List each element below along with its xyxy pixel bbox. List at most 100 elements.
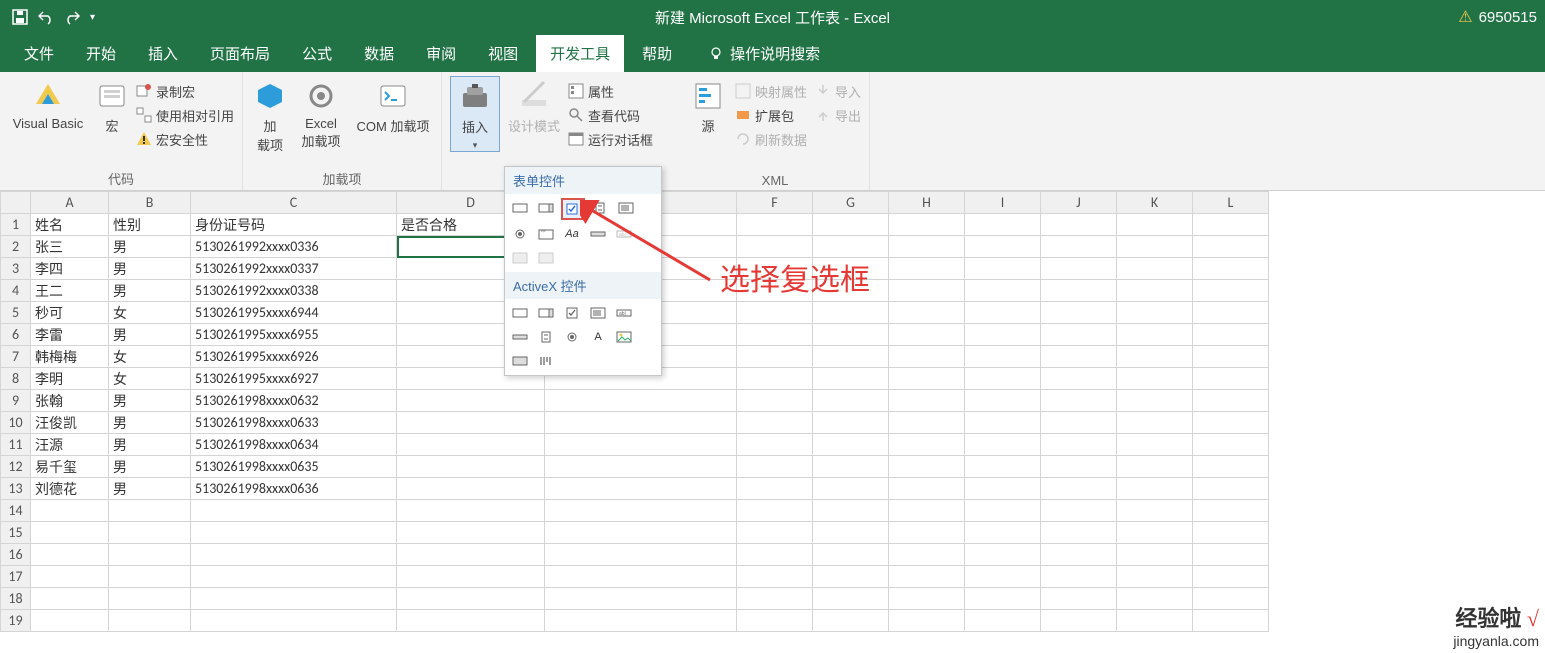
tab-insert[interactable]: 插入 — [134, 35, 192, 72]
cell-C15[interactable] — [191, 522, 397, 544]
cell-C18[interactable] — [191, 588, 397, 610]
row-header-5[interactable]: 5 — [1, 302, 31, 324]
cell-C17[interactable] — [191, 566, 397, 588]
cell-C3[interactable]: 5130261992xxxx0337 — [191, 258, 397, 280]
form-combobox-icon[interactable] — [535, 198, 557, 218]
cell-I15[interactable] — [965, 522, 1041, 544]
cell-G11[interactable] — [813, 434, 889, 456]
cell-K4[interactable] — [1117, 280, 1193, 302]
cell-E15[interactable] — [545, 522, 737, 544]
ax-image-icon[interactable] — [613, 327, 635, 347]
cell-J2[interactable] — [1041, 236, 1117, 258]
cell-H6[interactable] — [889, 324, 965, 346]
tell-me[interactable]: 操作说明搜索 — [690, 43, 832, 72]
cell-F19[interactable] — [737, 610, 813, 632]
cell-B5[interactable]: 女 — [109, 302, 191, 324]
cell-I18[interactable] — [965, 588, 1041, 610]
cell-K1[interactable] — [1117, 214, 1193, 236]
cell-K11[interactable] — [1117, 434, 1193, 456]
cell-A4[interactable]: 王二 — [31, 280, 109, 302]
cell-I13[interactable] — [965, 478, 1041, 500]
cell-F18[interactable] — [737, 588, 813, 610]
cell-A1[interactable]: 姓名 — [31, 214, 109, 236]
macros-button[interactable]: 宏 — [96, 76, 128, 135]
tab-view[interactable]: 视图 — [474, 35, 532, 72]
cell-A7[interactable]: 韩梅梅 — [31, 346, 109, 368]
cell-D17[interactable] — [397, 566, 545, 588]
cell-K8[interactable] — [1117, 368, 1193, 390]
col-header-A[interactable]: A — [31, 192, 109, 214]
cell-G14[interactable] — [813, 500, 889, 522]
cell-K3[interactable] — [1117, 258, 1193, 280]
row-header-18[interactable]: 18 — [1, 588, 31, 610]
source-button[interactable]: 源 — [689, 76, 727, 135]
cell-J5[interactable] — [1041, 302, 1117, 324]
cell-C7[interactable]: 5130261995xxxx6926 — [191, 346, 397, 368]
cell-J14[interactable] — [1041, 500, 1117, 522]
cell-G8[interactable] — [813, 368, 889, 390]
undo-icon[interactable] — [38, 9, 54, 25]
tab-home[interactable]: 开始 — [72, 35, 130, 72]
cell-I12[interactable] — [965, 456, 1041, 478]
cell-D15[interactable] — [397, 522, 545, 544]
cell-D16[interactable] — [397, 544, 545, 566]
macro-security-button[interactable]: 宏安全性 — [136, 128, 234, 150]
cell-C6[interactable]: 5130261995xxxx6955 — [191, 324, 397, 346]
cell-G5[interactable] — [813, 302, 889, 324]
col-header-L[interactable]: L — [1193, 192, 1269, 214]
cell-I3[interactable] — [965, 258, 1041, 280]
cell-K10[interactable] — [1117, 412, 1193, 434]
cell-I8[interactable] — [965, 368, 1041, 390]
cell-C19[interactable] — [191, 610, 397, 632]
cell-G7[interactable] — [813, 346, 889, 368]
row-header-7[interactable]: 7 — [1, 346, 31, 368]
expansion-button[interactable]: 扩展包 — [735, 104, 807, 126]
ax-listbox-icon[interactable] — [587, 303, 609, 323]
cell-C16[interactable] — [191, 544, 397, 566]
cell-L11[interactable] — [1193, 434, 1269, 456]
col-header-I[interactable]: I — [965, 192, 1041, 214]
row-header-11[interactable]: 11 — [1, 434, 31, 456]
cell-K18[interactable] — [1117, 588, 1193, 610]
cell-I9[interactable] — [965, 390, 1041, 412]
cell-F1[interactable] — [737, 214, 813, 236]
excel-addins-button[interactable]: Excel 加载项 — [297, 76, 345, 150]
cell-I19[interactable] — [965, 610, 1041, 632]
tab-help[interactable]: 帮助 — [628, 35, 686, 72]
row-header-8[interactable]: 8 — [1, 368, 31, 390]
row-header-14[interactable]: 14 — [1, 500, 31, 522]
col-header-G[interactable]: G — [813, 192, 889, 214]
refresh-data-button[interactable]: 刷新数据 — [735, 128, 807, 150]
import-button[interactable]: 导入 — [815, 80, 861, 102]
cell-C2[interactable]: 5130261992xxxx0336 — [191, 236, 397, 258]
ax-combobox-icon[interactable] — [535, 303, 557, 323]
cell-H17[interactable] — [889, 566, 965, 588]
cell-J11[interactable] — [1041, 434, 1117, 456]
select-all-corner[interactable] — [1, 192, 31, 214]
cell-K7[interactable] — [1117, 346, 1193, 368]
row-header-15[interactable]: 15 — [1, 522, 31, 544]
export-button[interactable]: 导出 — [815, 104, 861, 126]
cell-E12[interactable] — [545, 456, 737, 478]
redo-icon[interactable] — [64, 9, 80, 25]
cell-G15[interactable] — [813, 522, 889, 544]
cell-J4[interactable] — [1041, 280, 1117, 302]
design-mode-button[interactable]: 设计模式 — [508, 76, 560, 135]
cell-J10[interactable] — [1041, 412, 1117, 434]
cell-B16[interactable] — [109, 544, 191, 566]
view-code-button[interactable]: 查看代码 — [568, 104, 653, 126]
cell-C9[interactable]: 5130261998xxxx0632 — [191, 390, 397, 412]
cell-H15[interactable] — [889, 522, 965, 544]
cell-G9[interactable] — [813, 390, 889, 412]
ax-checkbox-icon[interactable] — [561, 303, 583, 323]
cell-J17[interactable] — [1041, 566, 1117, 588]
col-header-K[interactable]: K — [1117, 192, 1193, 214]
row-header-1[interactable]: 1 — [1, 214, 31, 236]
cell-K14[interactable] — [1117, 500, 1193, 522]
form-option-icon[interactable] — [509, 224, 531, 244]
cell-E11[interactable] — [545, 434, 737, 456]
cell-L4[interactable] — [1193, 280, 1269, 302]
ax-label-icon[interactable]: A — [587, 327, 609, 347]
cell-H5[interactable] — [889, 302, 965, 324]
cell-B14[interactable] — [109, 500, 191, 522]
